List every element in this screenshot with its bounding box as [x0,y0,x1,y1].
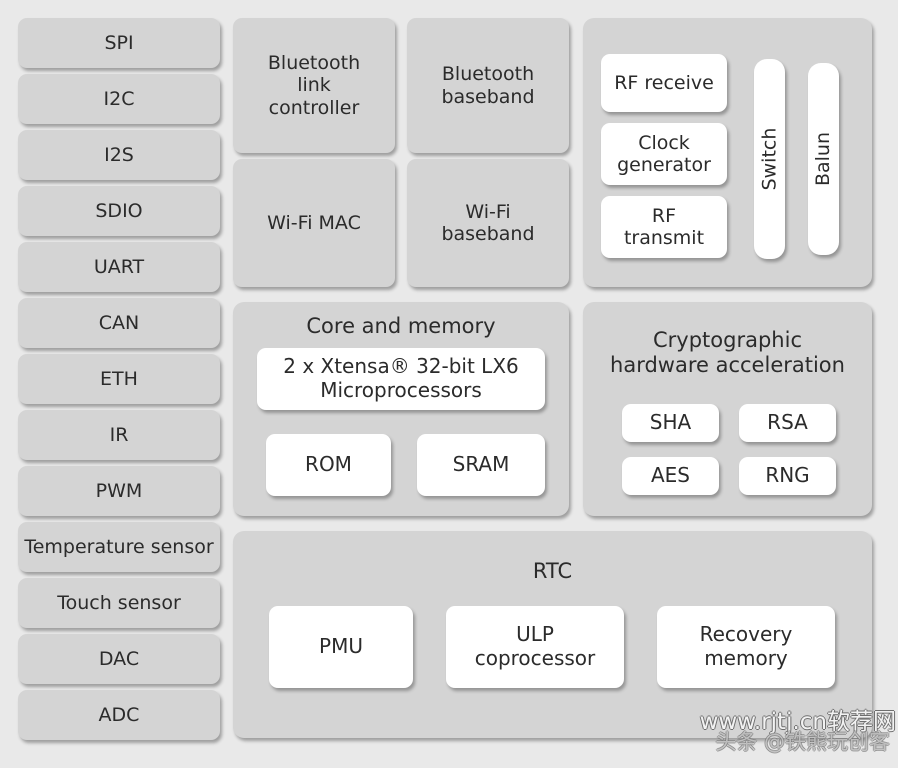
bluetooth-link-controller-label: Bluetooth link controller [267,51,361,119]
cryptographic-hardware-acceleration-panel: Cryptographic hardware acceleration SHA … [583,302,872,516]
rf-receive-label: RF receive [614,71,714,94]
rf-transmit-block[interactable]: RF transmit [601,196,727,258]
peripheral-block-can[interactable]: CAN [18,298,220,348]
peripheral-block-ir[interactable]: IR [18,410,220,460]
crypto-label: RSA [767,410,808,435]
peripheral-block-pwm[interactable]: PWM [18,466,220,516]
peripheral-block-touch-sensor[interactable]: Touch sensor [18,578,220,628]
peripheral-label: IR [109,423,129,446]
rf-balun-block[interactable]: Balun [808,63,839,255]
bluetooth-link-controller-block[interactable]: Bluetooth link controller [233,18,395,153]
rf-switch-label: Switch [758,127,781,191]
clock-generator-block[interactable]: Clock generator [601,123,727,185]
peripheral-label: PWM [95,479,143,502]
ulp-coprocessor-block[interactable]: ULP coprocessor [446,606,624,688]
peripheral-block-i2c[interactable]: I2C [18,74,220,124]
wifi-baseband-label: Wi-Fi baseband [441,200,535,245]
crypto-block-rng[interactable]: RNG [739,457,836,495]
peripheral-label: Touch sensor [57,591,181,614]
esp32-block-diagram: SPI I2C I2S SDIO UART CAN ETH IR PWM Tem… [0,0,898,768]
pmu-block[interactable]: PMU [269,606,413,688]
wifi-baseband-block[interactable]: Wi-Fi baseband [407,159,569,287]
peripheral-label: ADC [98,703,140,726]
peripheral-block-eth[interactable]: ETH [18,354,220,404]
peripheral-block-uart[interactable]: UART [18,242,220,292]
peripheral-block-adc[interactable]: ADC [18,690,220,740]
rtc-panel: RTC PMU ULP coprocessor Recovery memory [233,531,872,738]
peripheral-label: CAN [98,311,140,334]
crypto-label: RNG [765,463,810,488]
rf-receive-block[interactable]: RF receive [601,54,727,112]
peripheral-block-temperature-sensor[interactable]: Temperature sensor [18,522,220,572]
peripheral-block-sdio[interactable]: SDIO [18,186,220,236]
recovery-memory-label: Recovery memory [699,622,793,670]
peripheral-label: SPI [104,31,134,54]
peripheral-block-i2s[interactable]: I2S [18,130,220,180]
peripheral-block-dac[interactable]: DAC [18,634,220,684]
crypto-label: SHA [649,410,692,435]
rom-label: ROM [305,452,352,477]
peripheral-label: UART [93,255,145,278]
clock-generator-label: Clock generator [617,131,711,176]
rf-transmit-label: RF transmit [623,204,705,249]
core-and-memory-title: Core and memory [306,314,496,338]
bluetooth-baseband-block[interactable]: Bluetooth baseband [407,18,569,153]
peripheral-label: ETH [100,367,138,390]
wifi-mac-block[interactable]: Wi-Fi MAC [233,159,395,287]
peripheral-block-spi[interactable]: SPI [18,18,220,68]
rf-balun-label: Balun [812,131,835,187]
core-and-memory-panel: Core and memory 2 x Xtensa® 32-bit LX6 M… [233,302,569,516]
crypto-block-sha[interactable]: SHA [622,404,719,442]
rf-panel: RF receive Clock generator RF transmit S… [583,18,872,287]
rf-switch-block[interactable]: Switch [754,59,785,259]
crypto-label: AES [650,463,690,488]
recovery-memory-block[interactable]: Recovery memory [657,606,835,688]
peripheral-label: Temperature sensor [24,535,214,558]
ulp-coprocessor-label: ULP coprocessor [474,622,596,670]
crypto-title: Cryptographic hardware acceleration [610,328,845,377]
sram-label: SRAM [452,452,510,477]
peripheral-label: DAC [98,647,140,670]
pmu-label: PMU [319,634,363,659]
bluetooth-baseband-label: Bluetooth baseband [441,63,535,108]
peripheral-label: I2S [104,143,134,166]
rtc-title: RTC [532,559,573,583]
wifi-mac-label: Wi-Fi MAC [267,211,361,234]
xtensa-microprocessors-block[interactable]: 2 x Xtensa® 32-bit LX6 Microprocessors [257,348,545,410]
crypto-block-rsa[interactable]: RSA [739,404,836,442]
crypto-block-aes[interactable]: AES [622,457,719,495]
peripheral-label: I2C [103,87,135,110]
xtensa-microprocessors-label: 2 x Xtensa® 32-bit LX6 Microprocessors [283,354,519,402]
rom-block[interactable]: ROM [266,434,391,496]
sram-block[interactable]: SRAM [417,434,545,496]
peripheral-label: SDIO [95,199,143,222]
